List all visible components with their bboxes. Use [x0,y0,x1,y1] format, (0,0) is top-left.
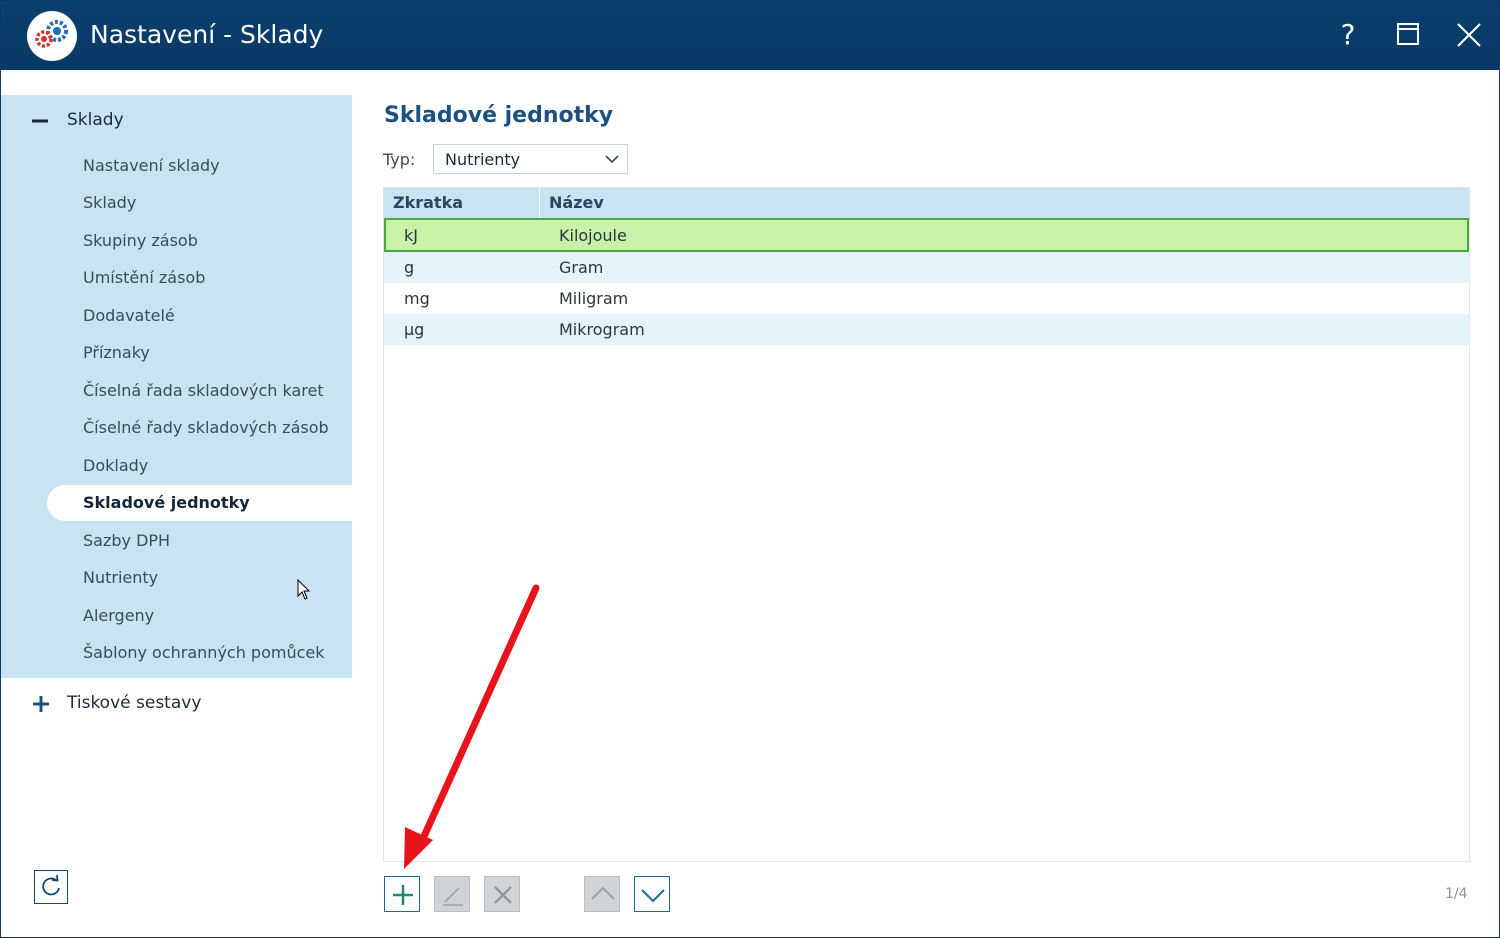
sidebar-item-umisteni-zasob[interactable]: Umístění zásob [47,260,352,296]
sidebar-item-sazby-dph[interactable]: Sazby DPH [47,523,352,559]
table-row[interactable]: µg Mikrogram [384,314,1469,345]
sidebar-item-sablony-pomucek[interactable]: Šablony ochranných pomůcek [47,635,352,671]
sidebar-item-label: Číselné řady skladových zásob [83,418,329,437]
page-title: Skladové jednotky [384,103,614,128]
sidebar-item-label: Skupiny zásob [83,231,198,250]
help-button[interactable]: ? [1328,15,1368,55]
cell-name: Kilojoule [559,226,627,245]
sidebar-item-skladove-jednotky[interactable]: Skladové jednotky [47,485,352,521]
sidebar-item-sklady[interactable]: Sklady [47,185,352,221]
record-counter: 1/4 [1445,886,1468,902]
chevron-up-icon [591,886,615,900]
column-header-nazev[interactable]: Název [549,193,604,212]
column-header-zkratka[interactable]: Zkratka [393,193,463,212]
sidebar-item-label: Nutrienty [83,568,159,587]
sidebar-item-label: Skladové jednotky [83,493,250,512]
chevron-down-icon [605,155,619,164]
sidebar-item-label: Číselná řada skladových karet [83,381,324,400]
type-filter-value: Nutrienty [445,150,521,169]
maximize-button[interactable] [1388,15,1428,55]
sidebar-group-label: Sklady [67,110,124,130]
settings-window: Nastavení - Sklady ? Sklady Nastavení sk… [0,0,1500,938]
sidebar-item-label: Příznaky [83,343,150,362]
chevron-down-icon [641,889,665,903]
sidebar-item-label: Alergeny [83,606,155,625]
edit-button[interactable] [434,876,470,912]
table-row[interactable]: mg Miligram [384,283,1469,314]
move-up-button[interactable] [584,876,620,912]
sidebar-item-label: Nastavení sklady [83,156,220,175]
minus-icon [32,119,48,123]
close-icon [1457,23,1481,47]
type-filter-select[interactable]: Nutrienty [433,144,628,174]
sidebar-item-ciselne-rady-zasob[interactable]: Číselné řady skladových zásob [47,410,352,446]
delete-button[interactable] [484,876,520,912]
units-table: Zkratka Název kJ Kilojoule g Gram mg Mil… [383,187,1470,862]
cell-abbr: kJ [404,226,418,245]
add-button[interactable] [384,876,420,912]
sidebar-item-priznaky[interactable]: Příznaky [47,335,352,371]
maximize-icon [1397,23,1419,45]
refresh-icon [42,874,60,896]
sidebar-item-label: Doklady [83,456,149,475]
table-row[interactable]: g Gram [384,252,1469,283]
sidebar-item-doklady[interactable]: Doklady [47,448,352,484]
x-icon [494,886,512,904]
window-title: Nastavení - Sklady [90,20,324,49]
sidebar-item-label: Sazby DPH [83,531,171,550]
sidebar-item-label: Umístění zásob [83,268,206,287]
table-row[interactable]: kJ Kilojoule [384,218,1469,252]
cell-abbr: g [404,258,415,277]
cell-abbr: µg [404,320,425,339]
plus-icon [33,696,49,712]
refresh-button[interactable] [34,870,68,904]
sidebar-item-nastaveni-skladu[interactable]: Nastavení sklady [47,148,352,184]
table-header: Zkratka Název [384,188,1469,218]
sidebar-item-label: Sklady [83,193,137,212]
cell-abbr: mg [404,289,430,308]
sidebar-item-label: Dodavatelé [83,306,175,325]
cell-name: Mikrogram [559,320,645,339]
sidebar-item-ciselna-rada-karet[interactable]: Číselná řada skladových karet [47,373,352,409]
sidebar-group-label: Tiskové sestavy [67,693,202,713]
sidebar-item-dodavatele[interactable]: Dodavatelé [47,298,352,334]
sidebar-item-skupiny-zasob[interactable]: Skupiny zásob [47,223,352,259]
cell-name: Miligram [559,289,629,308]
sidebar: Sklady Nastavení sklady Sklady Skupiny z… [1,70,353,937]
cell-name: Gram [559,258,604,277]
plus-icon [393,885,413,905]
mouse-cursor-icon [297,579,311,600]
type-filter-label: Typ: [383,150,416,169]
app-logo-gears-icon [27,11,77,61]
pencil-icon [443,887,463,906]
move-down-button[interactable] [634,876,670,912]
sidebar-item-alergeny[interactable]: Alergeny [47,598,352,634]
close-button[interactable] [1449,15,1489,55]
sidebar-item-label: Šablony ochranných pomůcek [83,643,325,662]
title-bar: Nastavení - Sklady ? [1,1,1499,70]
main-panel: Skladové jednotky Typ: Nutrienty Zkratka… [353,70,1499,937]
